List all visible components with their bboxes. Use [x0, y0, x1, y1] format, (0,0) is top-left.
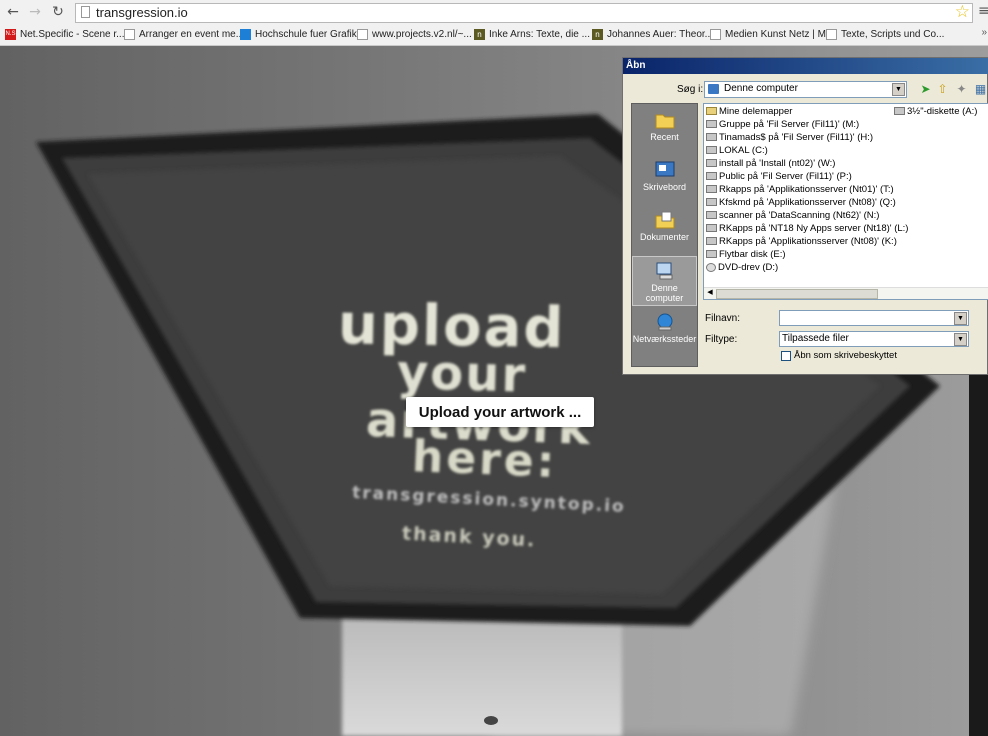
place-my-computer[interactable]: Denne computer — [632, 256, 697, 306]
chevron-down-icon[interactable]: ▼ — [954, 312, 967, 325]
bookmark-inke-arns[interactable]: n Inke Arns: Texte, die ... — [474, 28, 590, 42]
bookmark-star-icon[interactable]: ☆ — [955, 2, 970, 22]
network-drive-icon — [706, 211, 717, 220]
file-item[interactable]: Tinamads$ på 'Fil Server (Fil11)' (H:) — [706, 131, 873, 144]
chevron-down-icon[interactable]: ▼ — [954, 333, 967, 346]
documents-folder-icon — [654, 210, 676, 230]
netspecific-favicon-icon: N.S — [5, 29, 16, 40]
shared-folder-icon — [706, 107, 717, 116]
computer-icon — [654, 261, 676, 281]
forward-arrow-icon[interactable]: → — [26, 3, 44, 21]
document-icon — [357, 29, 368, 40]
document-icon — [710, 29, 721, 40]
network-drive-icon — [706, 159, 717, 168]
network-drive-icon — [706, 237, 717, 246]
n-favicon-icon: n — [592, 29, 603, 40]
filename-label: Filnavn: — [705, 313, 741, 324]
file-item[interactable]: 3½"-diskette (A:) — [894, 105, 977, 118]
network-drive-icon — [706, 133, 717, 142]
bookmark-arranger[interactable]: Arranger en event me... — [124, 28, 244, 42]
address-url[interactable]: transgression.io — [96, 5, 188, 20]
file-item[interactable]: LOKAL (C:) — [706, 144, 768, 157]
screen-text-here: here: — [410, 430, 559, 489]
computer-icon — [708, 84, 719, 94]
folder-icon — [654, 110, 676, 130]
browser-toolbar: ← → ↻ transgression.io ☆ ≡ — [0, 0, 988, 25]
network-drive-icon — [706, 224, 717, 233]
scrollbar-thumb[interactable] — [716, 289, 878, 299]
filename-input[interactable]: ▼ — [779, 310, 969, 326]
readonly-label: Åbn som skrivebeskyttet — [794, 350, 897, 361]
chevron-down-icon[interactable]: ▼ — [892, 83, 905, 96]
lookin-value: Denne computer — [724, 83, 798, 94]
place-recent[interactable]: Recent — [632, 106, 697, 156]
place-network[interactable]: Netværkssteder — [632, 308, 697, 358]
network-drive-icon — [706, 185, 717, 194]
horizontal-scrollbar[interactable]: ◀ — [704, 287, 988, 299]
lookin-label: Søg i: — [677, 84, 704, 95]
floppy-drive-icon — [894, 107, 905, 116]
network-icon — [654, 312, 676, 332]
menu-icon[interactable]: ≡ — [978, 3, 988, 19]
place-desktop[interactable]: Skrivebord — [632, 156, 697, 206]
address-bar[interactable]: transgression.io ☆ — [75, 2, 973, 23]
up-folder-icon[interactable]: ⇧ — [935, 82, 950, 97]
places-bar: Recent Skrivebord Dokumenter Denne compu… — [631, 103, 698, 367]
back-icon[interactable]: ➤ — [918, 82, 933, 97]
file-item[interactable]: install på 'Install (nt02)' (W:) — [706, 157, 835, 170]
network-drive-icon — [706, 172, 717, 181]
network-drive-icon — [706, 198, 717, 207]
hochschule-favicon-icon — [240, 29, 251, 40]
place-documents[interactable]: Dokumenter — [632, 206, 697, 256]
dvd-drive-icon — [706, 262, 716, 272]
upload-artwork-button[interactable]: Upload your artwork ... — [406, 397, 594, 427]
filetype-label: Filtype: — [705, 334, 738, 345]
scroll-left-icon[interactable]: ◀ — [705, 288, 715, 298]
view-menu-icon[interactable]: ▦ — [973, 82, 988, 97]
local-drive-icon — [706, 146, 717, 155]
bookmark-medien-kunst-netz[interactable]: Medien Kunst Netz | M... — [710, 28, 834, 42]
network-drive-icon — [706, 120, 717, 129]
back-arrow-icon[interactable]: ← — [4, 3, 22, 21]
bookmark-johannes-auer[interactable]: n Johannes Auer: Theor... — [592, 28, 713, 42]
bookmark-netspecific[interactable]: N.S Net.Specific - Scene r... — [5, 28, 125, 42]
file-list[interactable]: Mine delemapper Gruppe på 'Fil Server (F… — [703, 103, 988, 300]
file-item[interactable]: Kfskmd på 'Applikationsserver (Nt08)' (Q… — [706, 196, 896, 209]
file-item[interactable]: RKapps på 'NT18 Ny Apps server (Nt18)' (… — [706, 222, 908, 235]
bookmarks-overflow-chevron[interactable]: » — [981, 27, 987, 38]
document-icon — [124, 29, 135, 40]
file-item[interactable]: Flytbar disk (E:) — [706, 248, 786, 261]
filetype-dropdown[interactable]: Tilpassede filer ▼ — [779, 331, 969, 347]
n-favicon-icon: n — [474, 29, 485, 40]
file-item[interactable]: Rkapps på 'Applikationsserver (Nt01)' (T… — [706, 183, 894, 196]
page-edge-strip — [969, 366, 988, 736]
dialog-title[interactable]: Åbn — [623, 58, 988, 74]
document-icon — [826, 29, 837, 40]
bookmark-texte-scripts[interactable]: Texte, Scripts und Co... — [826, 28, 944, 42]
lookin-dropdown[interactable]: Denne computer ▼ — [704, 81, 907, 98]
bookmark-hochschule[interactable]: Hochschule fuer Grafik... — [240, 28, 365, 42]
bookmarks-bar: N.S Net.Specific - Scene r... Arranger en… — [0, 25, 988, 46]
filetype-value: Tilpassede filer — [782, 333, 849, 344]
file-item[interactable]: Public på 'Fil Server (Fil11)' (P:) — [706, 170, 852, 183]
file-item[interactable]: DVD-drev (D:) — [706, 261, 778, 274]
removable-drive-icon — [706, 250, 717, 259]
file-item[interactable]: Gruppe på 'Fil Server (Fil11)' (M:) — [706, 118, 859, 131]
page-icon — [81, 6, 90, 18]
reload-icon[interactable]: ↻ — [49, 3, 67, 21]
desktop-icon — [654, 160, 676, 180]
readonly-checkbox[interactable] — [781, 351, 791, 361]
new-folder-icon[interactable]: ✦ — [954, 82, 969, 97]
file-item[interactable]: Mine delemapper — [706, 105, 792, 118]
open-file-dialog: Åbn Søg i: Denne computer ▼ ➤ ⇧ ✦ ▦ Rece… — [622, 57, 988, 375]
file-item[interactable]: scanner på 'DataScanning (Nt62)' (N:) — [706, 209, 879, 222]
file-item[interactable]: RKapps på 'Applikationsserver (Nt08)' (K… — [706, 235, 897, 248]
bookmark-projects-v2[interactable]: www.projects.v2.nl/~... — [357, 28, 472, 42]
